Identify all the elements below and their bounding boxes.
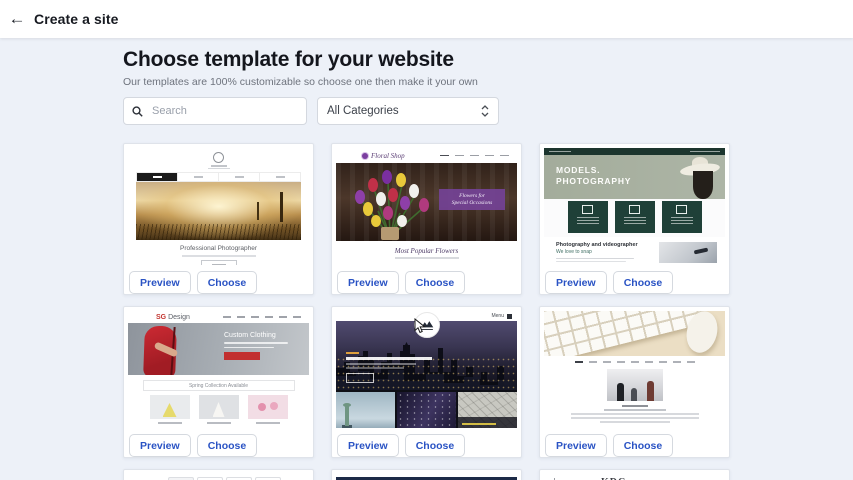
template-card-sg-design: SG Design Custom Clothing bbox=[123, 306, 314, 458]
main-heading: Choose template for your website bbox=[123, 48, 454, 72]
thumb-logo-icon bbox=[213, 152, 224, 163]
tulip-bouquet-illustration bbox=[338, 167, 442, 241]
thumb-logo: SG Design bbox=[156, 314, 190, 321]
chevron-updown-icon bbox=[481, 105, 489, 117]
thumb-nav-skeleton bbox=[440, 155, 509, 157]
thumb-hero-banner: Flowers for Special Occasions bbox=[439, 189, 505, 210]
card-actions: Preview Choose bbox=[128, 271, 309, 294]
template-thumbnail[interactable]: KDC bbox=[544, 474, 725, 480]
thumb-hero-photo: Flowers for Special Occasions bbox=[336, 163, 517, 241]
thumb-button-skeleton bbox=[224, 352, 260, 360]
thumb-nav-skeleton bbox=[544, 356, 725, 363]
template-thumbnail[interactable]: Menu bbox=[336, 311, 517, 428]
sunglasses-illustration bbox=[694, 248, 709, 255]
page-title: Create a site bbox=[34, 11, 119, 27]
thumb-office-photo bbox=[607, 369, 663, 401]
night-sky-thumb bbox=[397, 392, 456, 428]
thumb-hero-text-skeleton bbox=[346, 352, 432, 383]
thumb-hero-title: MODELS. PHOTOGRAPHY bbox=[556, 165, 631, 187]
template-grid: Professional Photographer Preview Choose… bbox=[123, 143, 730, 480]
thumb-button-skeleton bbox=[346, 373, 374, 383]
menu-icon bbox=[507, 314, 512, 319]
thumb-logo: KDC bbox=[601, 477, 626, 480]
choose-button[interactable]: Choose bbox=[405, 271, 466, 294]
template-card-partial-1 bbox=[123, 469, 314, 480]
thumb-article-image bbox=[659, 242, 717, 263]
template-thumbnail[interactable]: MODELS. PHOTOGRAPHY Photography and vide… bbox=[544, 148, 725, 265]
thumb-feature-boxes bbox=[544, 199, 725, 237]
thumb-section-title: Most Popular Flowers bbox=[395, 247, 458, 255]
filters-bar: All Categories bbox=[123, 97, 499, 125]
choose-button[interactable]: Choose bbox=[613, 271, 674, 294]
template-thumbnail[interactable] bbox=[336, 474, 517, 480]
card-actions: Preview Choose bbox=[128, 434, 309, 457]
template-thumbnail[interactable] bbox=[128, 474, 309, 480]
thumb-text-skeleton bbox=[544, 405, 725, 423]
thumb-menu: Menu bbox=[491, 313, 512, 319]
thumb-article-title: Photography and videographer bbox=[556, 242, 638, 248]
thumb-banner: Spring Collection Available bbox=[143, 380, 295, 391]
thumb-nav-skeleton bbox=[223, 316, 301, 318]
thumb-nav-skeleton bbox=[544, 148, 725, 155]
template-card-photographer: Professional Photographer Preview Choose bbox=[123, 143, 314, 295]
template-card-floral-shop: Floral Shop bbox=[331, 143, 522, 295]
keyboard-desk-photo bbox=[544, 311, 725, 356]
thumb-hero-photo bbox=[136, 182, 301, 240]
template-thumbnail[interactable]: Floral Shop bbox=[336, 148, 517, 265]
mountains-icon bbox=[420, 320, 434, 328]
thumb-gallery-row bbox=[336, 390, 517, 428]
template-card-partial-kdc: KDC bbox=[539, 469, 730, 480]
thumb-hero-title: Custom Clothing bbox=[224, 332, 288, 339]
choose-button[interactable]: Choose bbox=[197, 434, 258, 457]
card-actions: Preview Choose bbox=[544, 434, 725, 457]
thumb-logo-badge bbox=[414, 312, 440, 338]
thumb-button-skeleton bbox=[201, 260, 237, 266]
statue-of-liberty-thumb bbox=[336, 392, 395, 428]
choose-button[interactable]: Choose bbox=[405, 434, 466, 457]
search-input[interactable] bbox=[150, 104, 298, 118]
preview-button[interactable]: Preview bbox=[337, 434, 399, 457]
card-actions: Preview Choose bbox=[336, 434, 517, 457]
preview-button[interactable]: Preview bbox=[545, 434, 607, 457]
preview-button[interactable]: Preview bbox=[337, 271, 399, 294]
thumb-article-subtitle: We love to snap bbox=[556, 249, 638, 255]
create-site-page: ← Create a site Choose template for your… bbox=[0, 0, 853, 480]
choose-button[interactable]: Choose bbox=[197, 271, 258, 294]
search-box[interactable] bbox=[123, 97, 307, 125]
preview-button[interactable]: Preview bbox=[129, 434, 191, 457]
template-card-city-night: Menu bbox=[331, 306, 522, 458]
card-actions: Preview Choose bbox=[544, 271, 725, 294]
search-icon bbox=[132, 106, 143, 117]
flower-icon bbox=[362, 153, 368, 159]
template-thumbnail[interactable]: Professional Photographer bbox=[128, 148, 309, 265]
app-header: ← Create a site bbox=[0, 0, 853, 38]
category-select-value: All Categories bbox=[327, 105, 481, 117]
keyboard-illustration bbox=[544, 311, 705, 356]
thumb-title: Professional Photographer bbox=[128, 245, 309, 252]
template-card-partial-2 bbox=[331, 469, 522, 480]
back-arrow-icon[interactable]: ← bbox=[0, 0, 34, 38]
preview-button[interactable]: Preview bbox=[545, 271, 607, 294]
template-thumbnail[interactable] bbox=[544, 311, 725, 428]
thumb-hero: Custom Clothing bbox=[128, 323, 309, 375]
choose-button[interactable]: Choose bbox=[613, 434, 674, 457]
category-select[interactable]: All Categories bbox=[317, 97, 499, 125]
card-actions: Preview Choose bbox=[336, 271, 517, 294]
main-subheading: Our templates are 100% customizable so c… bbox=[123, 76, 478, 88]
template-card-business-office: Preview Choose bbox=[539, 306, 730, 458]
template-card-models-photography: MODELS. PHOTOGRAPHY Photography and vide… bbox=[539, 143, 730, 295]
thumb-hero: MODELS. PHOTOGRAPHY bbox=[544, 155, 725, 199]
thumb-nav-skeleton bbox=[136, 172, 301, 182]
map-thumb bbox=[458, 392, 517, 428]
template-thumbnail[interactable]: SG Design Custom Clothing bbox=[128, 311, 309, 428]
thumb-product-row bbox=[128, 395, 309, 424]
thumb-logo: Floral Shop bbox=[362, 152, 405, 160]
preview-button[interactable]: Preview bbox=[129, 271, 191, 294]
